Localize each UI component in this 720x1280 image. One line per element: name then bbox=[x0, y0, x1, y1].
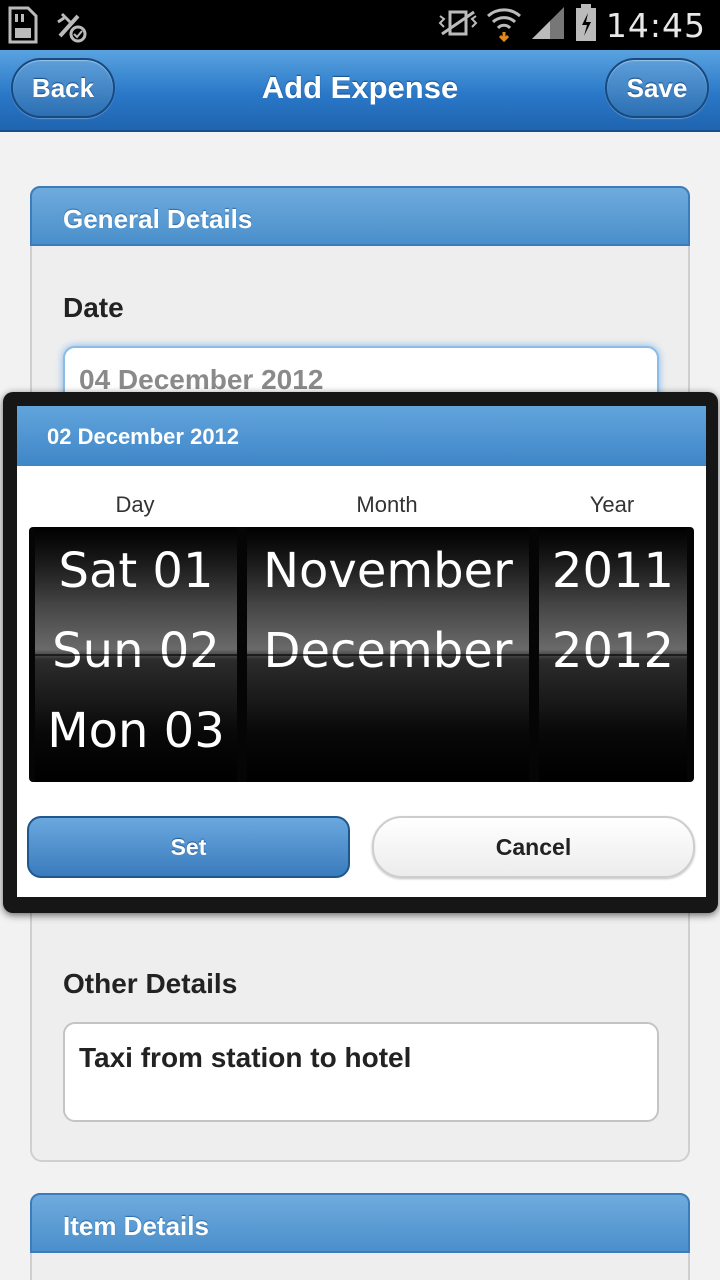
year-item-selected[interactable]: 2012 bbox=[539, 623, 687, 679]
set-button[interactable]: Set bbox=[27, 816, 350, 878]
date-picker-dialog: 02 December 2012 Day Month Year Sat 01 S… bbox=[3, 392, 718, 913]
wifi-icon bbox=[486, 4, 522, 47]
date-picker-wheels: Sat 01 Sun 02 Mon 03 November December 2… bbox=[29, 527, 694, 782]
vibrate-icon bbox=[438, 8, 478, 43]
cancel-button[interactable]: Cancel bbox=[372, 816, 695, 878]
day-column-label: Day bbox=[115, 492, 155, 517]
year-wheel[interactable]: 2011 2012 bbox=[539, 527, 687, 782]
general-details-heading: General Details bbox=[30, 186, 690, 246]
year-item[interactable]: 2011 bbox=[539, 543, 687, 599]
item-details-heading: Item Details bbox=[30, 1193, 690, 1253]
month-item-selected[interactable]: December bbox=[247, 623, 529, 679]
year-column-label: Year bbox=[589, 492, 635, 517]
day-item[interactable]: Mon 03 bbox=[35, 703, 237, 759]
app-header: Back Add Expense Save bbox=[0, 50, 720, 132]
usb-debug-icon bbox=[54, 6, 88, 49]
day-wheel[interactable]: Sat 01 Sun 02 Mon 03 bbox=[35, 527, 237, 782]
item-details-panel: Item Details bbox=[30, 1193, 690, 1280]
month-item[interactable]: November bbox=[247, 543, 529, 599]
signal-icon bbox=[530, 5, 566, 46]
save-button[interactable]: Save bbox=[605, 58, 709, 118]
battery-charging-icon bbox=[574, 3, 598, 48]
other-details-value: Taxi from station to hotel bbox=[79, 1042, 412, 1073]
month-column-label: Month bbox=[356, 492, 418, 517]
other-details-field[interactable]: Taxi from station to hotel bbox=[63, 1022, 659, 1122]
day-item-selected[interactable]: Sun 02 bbox=[35, 623, 237, 679]
clock: 14:45 bbox=[605, 5, 706, 45]
month-wheel[interactable]: November December bbox=[247, 527, 529, 782]
day-item[interactable]: Sat 01 bbox=[35, 543, 237, 599]
other-details-label: Other Details bbox=[63, 968, 238, 999]
date-picker-heading: 02 December 2012 bbox=[17, 406, 706, 466]
sd-card-icon bbox=[6, 6, 40, 49]
status-bar: 14:45 bbox=[0, 0, 720, 50]
date-label: Date bbox=[63, 292, 124, 323]
